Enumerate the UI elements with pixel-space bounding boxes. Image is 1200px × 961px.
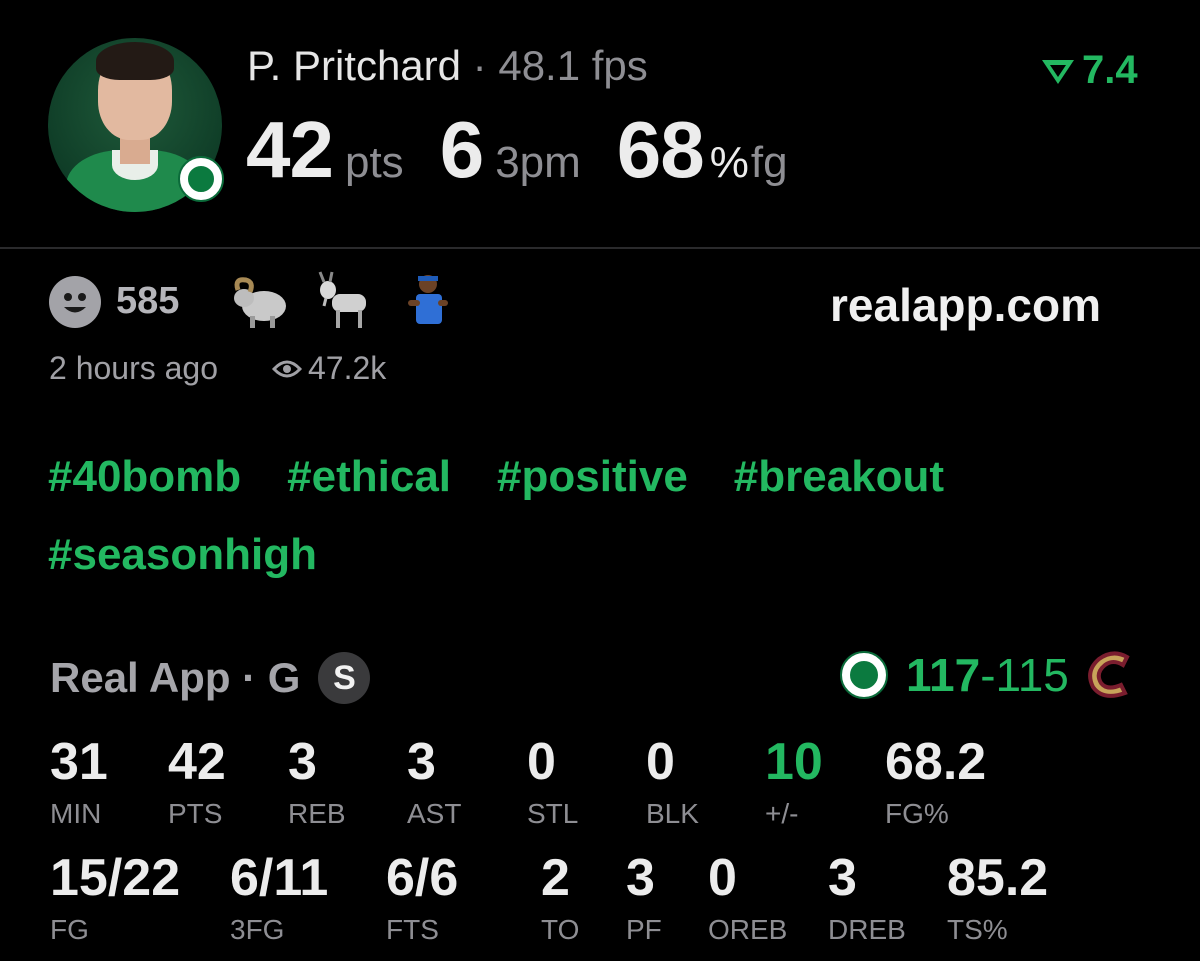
goat-icon[interactable] <box>314 270 376 332</box>
stat-label: PF <box>626 914 662 945</box>
stat-plus-minus: 10 +/- <box>765 736 823 830</box>
stat-value: 31 <box>50 733 108 791</box>
headline-points-unit: pts <box>344 138 404 187</box>
celtics-logo-icon <box>840 651 888 699</box>
ram-icon[interactable] <box>230 270 292 332</box>
stat-pts: 42 PTS <box>168 736 226 830</box>
stat-value: 0 <box>708 849 737 907</box>
stat-3fg: 6/11 3FG <box>230 852 328 946</box>
stat-label: OREB <box>708 914 788 945</box>
home-score: 117 <box>906 649 981 701</box>
stat-value: 3 <box>407 733 436 791</box>
fps-value: 48.1 fps <box>498 42 648 89</box>
reaction-count: 585 <box>116 280 180 322</box>
stat-value: 10 <box>765 733 823 791</box>
stat-fg-pct: 68.2 FG% <box>885 736 986 830</box>
stat-to: 2 TO <box>541 852 579 946</box>
hashtag[interactable]: #positive <box>497 452 688 502</box>
headline-fg: 68 <box>616 105 705 194</box>
stat-label: FTS <box>386 914 439 945</box>
player-sticker-icon[interactable] <box>398 270 460 332</box>
rating-value: 7.4 <box>1082 48 1138 92</box>
view-count: 47.2k <box>272 350 386 387</box>
headline-fg-percent: % <box>709 138 749 187</box>
hashtag[interactable]: #ethical <box>287 452 451 502</box>
stat-value: 0 <box>646 733 675 791</box>
avatar-hair <box>96 42 174 80</box>
stat-value: 15/22 <box>50 849 181 907</box>
stat-fg: 15/22 FG <box>50 852 180 946</box>
stat-label: 3FG <box>230 914 285 945</box>
stat-label: BLK <box>646 798 699 829</box>
game-source-label: Real App · G <box>50 654 301 701</box>
stat-label: FG% <box>885 798 949 829</box>
stat-ts-pct: 85.2 TS% <box>947 852 1048 946</box>
headline-stats: 42 pts 6 3pm 68 % fg <box>246 104 788 196</box>
stat-reb: 3 REB <box>288 736 346 830</box>
stat-label: STL <box>527 798 579 829</box>
stat-label: +/- <box>765 798 799 829</box>
stat-blk: 0 BLK <box>646 736 699 830</box>
season-badge: S <box>318 652 371 704</box>
title-separator: · <box>472 42 487 89</box>
header-divider <box>0 247 1200 249</box>
rating-badge[interactable]: 7.4 <box>1040 48 1138 93</box>
stat-label: AST <box>407 798 462 829</box>
stat-value: 0 <box>527 733 556 791</box>
stat-value: 3 <box>288 733 317 791</box>
stat-pf: 3 PF <box>626 852 662 946</box>
stat-label: PTS <box>168 798 223 829</box>
stat-value: 3 <box>828 849 857 907</box>
stat-min: 31 MIN <box>50 736 108 830</box>
stat-dreb: 3 DREB <box>828 852 906 946</box>
stat-label: DREB <box>828 914 906 945</box>
stat-value: 68.2 <box>885 733 987 791</box>
celtics-badge-icon <box>178 156 224 202</box>
player-title[interactable]: P. Pritchard · 48.1 fps <box>247 42 648 90</box>
stat-label: FG <box>50 914 89 945</box>
headline-threes: 6 <box>439 105 484 194</box>
cavaliers-logo-icon <box>1087 651 1130 698</box>
stat-oreb: 0 OREB <box>708 852 787 946</box>
game-score[interactable]: 117 - 115 <box>840 648 1139 702</box>
headline-points: 42 <box>246 105 334 194</box>
headline-fg-unit: fg <box>750 138 788 187</box>
post-time: 2 hours ago <box>49 350 219 386</box>
site-link[interactable]: realapp.com <box>830 278 1101 332</box>
player-name: P. Pritchard <box>247 42 461 89</box>
smiley-react-icon[interactable] <box>49 276 101 328</box>
rating-v-icon <box>1042 59 1074 84</box>
score-dash: - <box>980 649 996 701</box>
hashtag[interactable]: #40bomb <box>48 452 241 502</box>
game-source[interactable]: Real App · G S <box>50 652 371 704</box>
stat-value: 2 <box>541 849 570 907</box>
hashtag[interactable]: #breakout <box>734 452 944 502</box>
stat-value: 85.2 <box>947 849 1049 907</box>
hashtag[interactable]: #seasonhigh <box>48 530 317 580</box>
hashtag-list: #40bomb #ethical #positive #breakout #seaso… <box>48 452 1168 608</box>
stat-label: REB <box>288 798 346 829</box>
stat-fts: 6/6 FTS <box>386 852 458 946</box>
stat-value: 3 <box>626 849 655 907</box>
stat-ast: 3 AST <box>407 736 461 830</box>
stat-stl: 0 STL <box>527 736 578 830</box>
view-count-value: 47.2k <box>308 350 387 386</box>
headline-threes-unit: 3pm <box>495 138 581 187</box>
stat-value: 6/11 <box>230 849 329 907</box>
away-score: 115 <box>995 649 1069 701</box>
stat-value: 42 <box>168 733 226 791</box>
eye-icon <box>272 360 302 377</box>
stat-label: MIN <box>50 798 102 829</box>
stat-label: TS% <box>947 914 1008 945</box>
stat-label: TO <box>541 914 580 945</box>
stat-value: 6/6 <box>386 849 459 907</box>
